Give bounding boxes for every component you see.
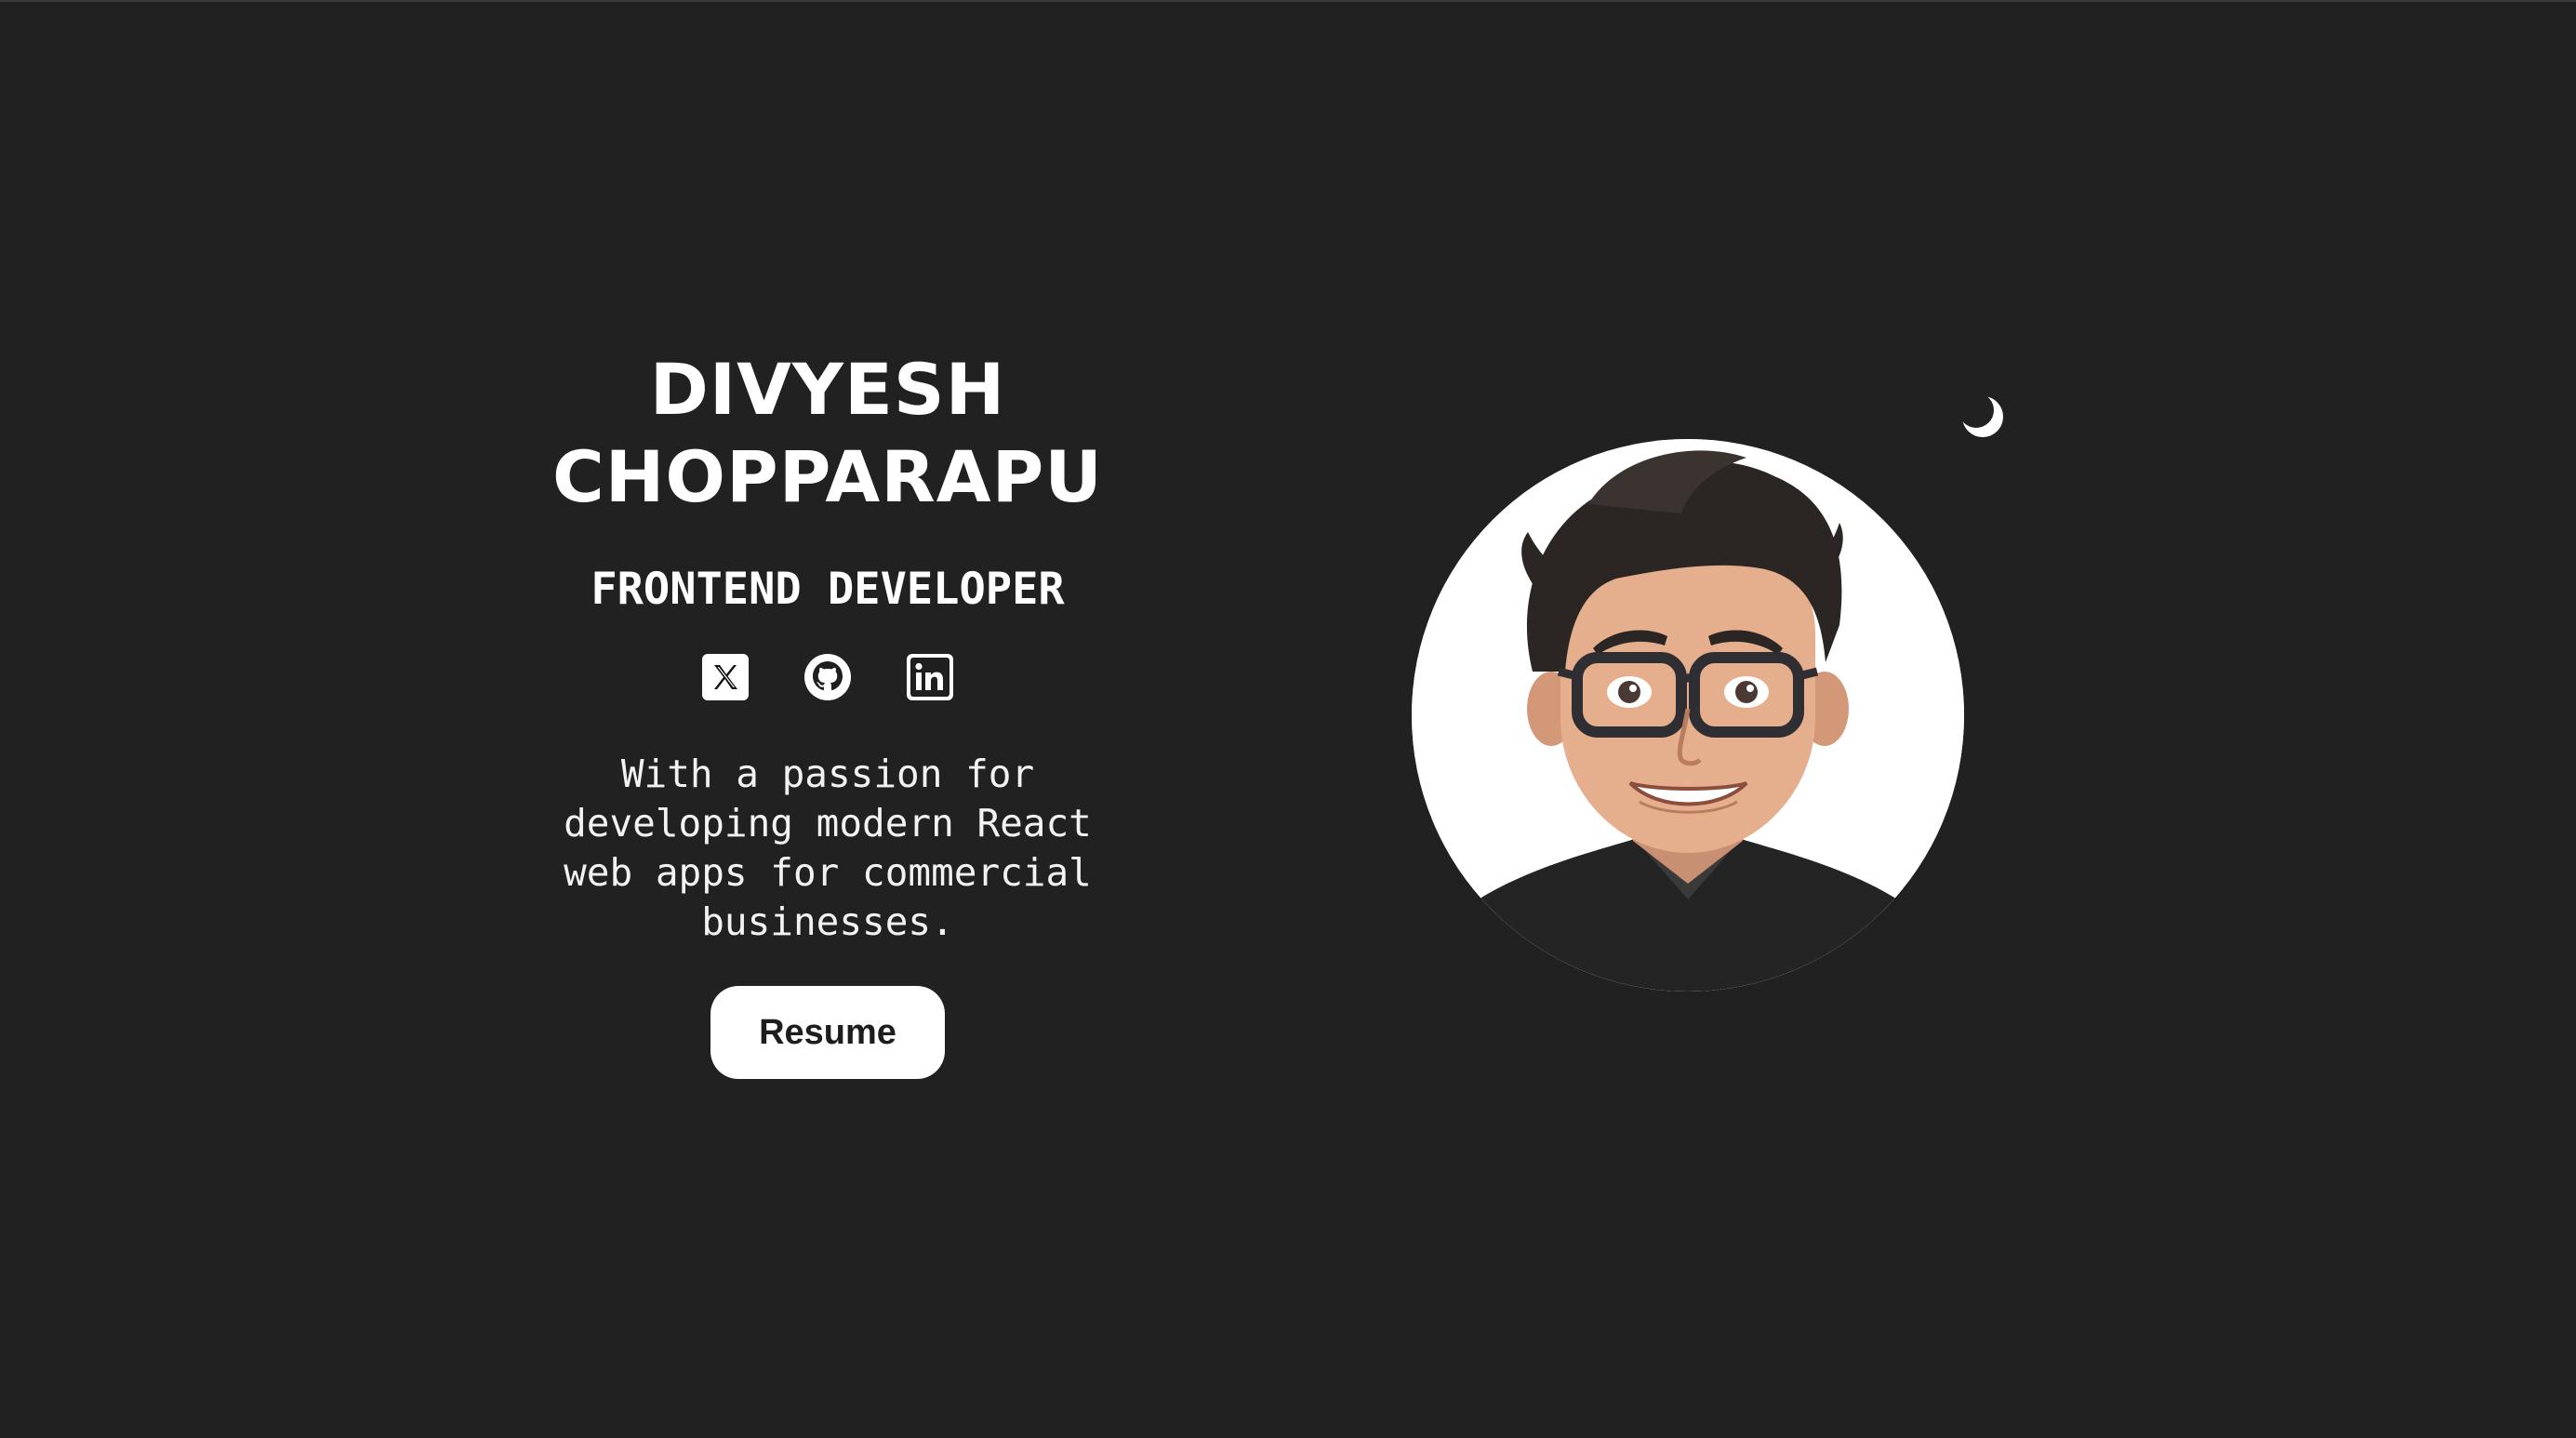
page-title: DIVYESH CHOPPARAPU xyxy=(552,346,1103,521)
social-links xyxy=(701,653,954,701)
github-icon[interactable] xyxy=(803,653,852,701)
page: DIVYESH CHOPPARAPU FRONTEND DEVELOPER Wi… xyxy=(0,0,2576,1438)
linkedin-icon[interactable] xyxy=(906,653,954,701)
name-first: DIVYESH xyxy=(649,348,1006,431)
resume-button[interactable]: Resume xyxy=(710,986,945,1079)
avatar xyxy=(1412,439,1964,992)
moon-icon[interactable] xyxy=(1957,391,2009,443)
x-twitter-icon[interactable] xyxy=(701,653,750,701)
role-subtitle: FRONTEND DEVELOPER xyxy=(591,564,1065,615)
tagline: With a passion for developing modern Rea… xyxy=(564,752,1092,944)
name-last: CHOPPARAPU xyxy=(552,435,1103,518)
hero-intro: DIVYESH CHOPPARAPU FRONTEND DEVELOPER Wi… xyxy=(502,346,1153,1079)
